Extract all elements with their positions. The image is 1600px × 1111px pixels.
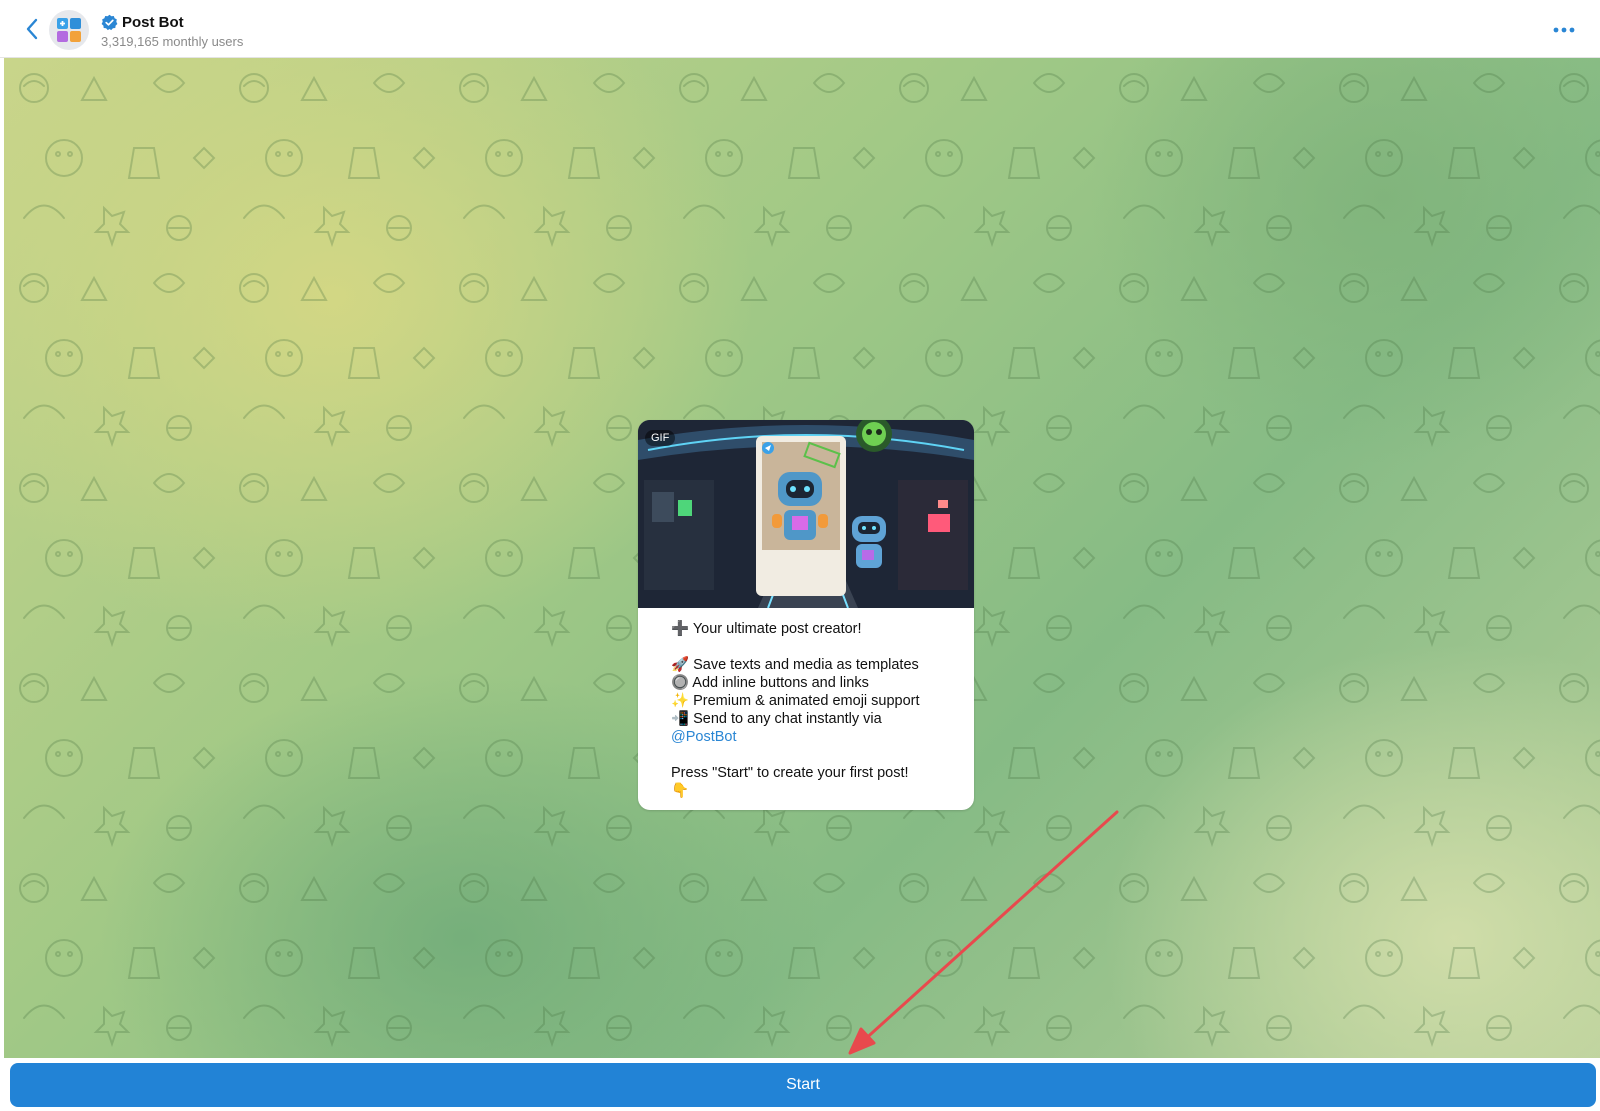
- message-line-feature-templates: 🚀 Save texts and media as templates: [671, 657, 919, 673]
- chat-background: GIF ➕ Your ultimate post creator! 🚀 Save…: [4, 58, 1600, 1058]
- message-gif[interactable]: GIF: [638, 420, 974, 608]
- chat-title: Post Bot: [122, 13, 184, 31]
- chat-header: Post Bot 3,319,165 monthly users: [0, 0, 1600, 58]
- robot-illustration: [638, 420, 974, 608]
- postbot-logo-icon: [57, 18, 81, 42]
- bot-message[interactable]: GIF ➕ Your ultimate post creator! 🚀 Save…: [638, 420, 974, 810]
- chat-title-row[interactable]: Post Bot: [101, 12, 184, 32]
- more-button[interactable]: [1548, 18, 1580, 42]
- bot-avatar[interactable]: [49, 10, 89, 50]
- message-line-intro: ➕ Your ultimate post creator!: [671, 621, 862, 637]
- message-line-feature-buttons: 🔘 Add inline buttons and links: [671, 675, 869, 691]
- back-button[interactable]: [18, 14, 46, 44]
- start-button[interactable]: Start: [10, 1063, 1596, 1107]
- gif-badge: GIF: [645, 430, 676, 446]
- message-line-feature-send: 📲 Send to any chat instantly via: [671, 711, 882, 727]
- message-line-feature-emoji: ✨ Premium & animated emoji support: [671, 693, 920, 709]
- verified-badge-icon: [101, 14, 118, 30]
- chevron-left-icon: [26, 18, 38, 40]
- chat-subtitle: 3,319,165 monthly users: [101, 34, 244, 49]
- postbot-mention-link[interactable]: @PostBot: [671, 728, 956, 746]
- message-text: ➕ Your ultimate post creator! 🚀 Save tex…: [638, 608, 974, 800]
- message-line-cta: Press "Start" to create your first post!: [671, 765, 909, 781]
- pointing-down-emoji: 👇: [671, 783, 690, 799]
- more-horizontal-icon: [1553, 27, 1575, 33]
